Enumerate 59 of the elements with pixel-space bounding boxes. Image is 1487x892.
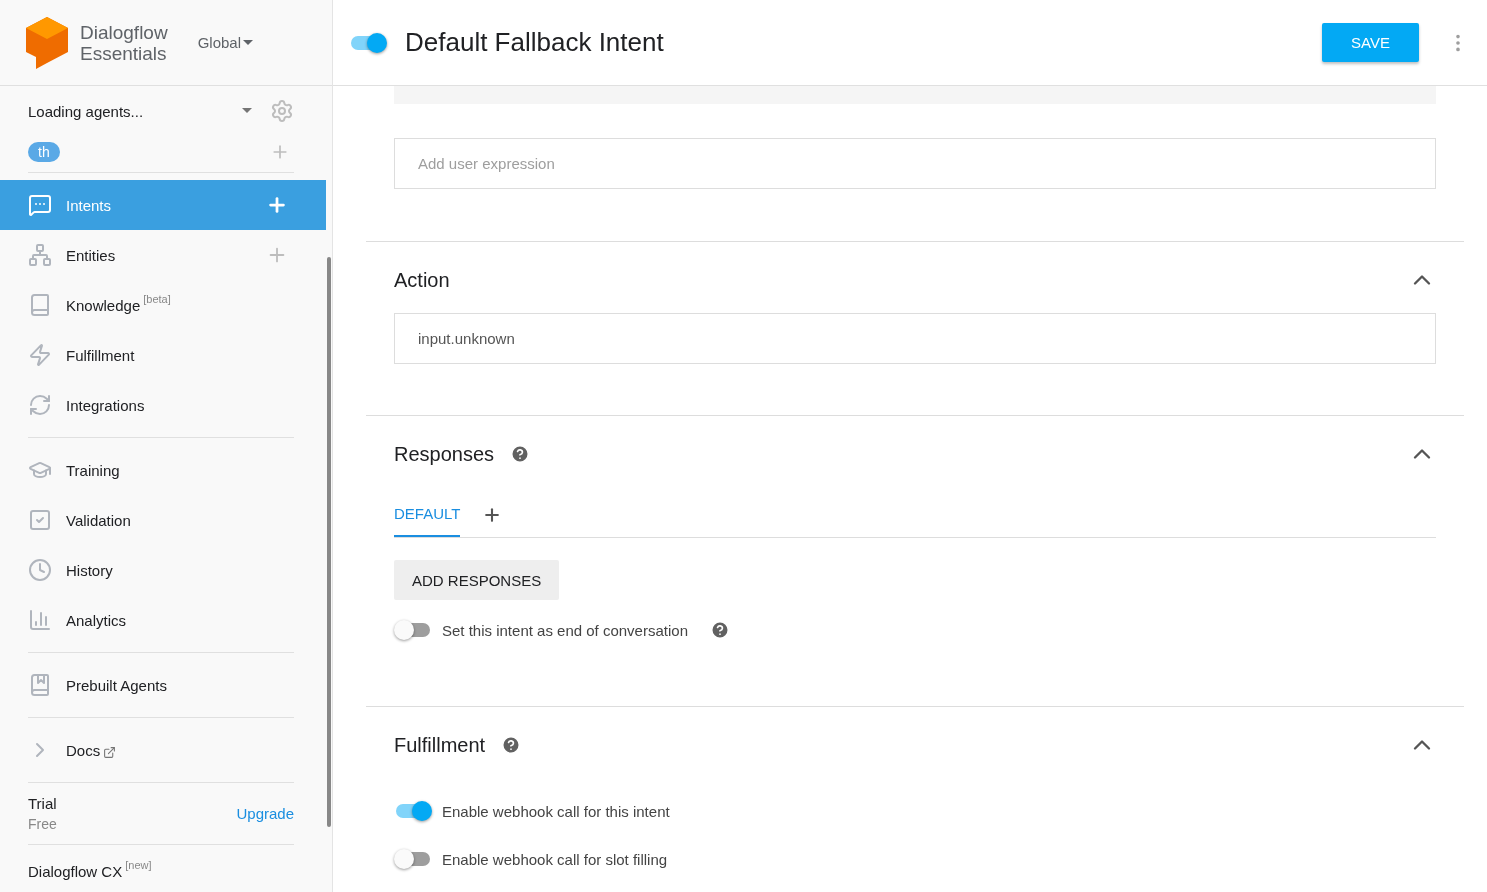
lightning-icon [28, 343, 52, 367]
nav-item[interactable]: Docs [0, 725, 326, 775]
scrollbar[interactable] [327, 257, 331, 827]
help-icon[interactable] [501, 735, 522, 755]
region-dropdown[interactable]: Global [197, 34, 253, 51]
book-icon [28, 293, 52, 317]
toggle-switch[interactable] [349, 32, 387, 53]
nav-label: Integrations [66, 396, 145, 414]
nav-item[interactable]: Training [0, 445, 326, 495]
nav-label[interactable]: Dialogflow CX [28, 863, 123, 880]
add-responses-button[interactable]: ADD RESPONSES [394, 560, 560, 600]
nav-label: Intents [66, 196, 112, 214]
nav-item[interactable]: Analytics [0, 595, 326, 645]
nav-label: Training [66, 461, 120, 479]
nav-item[interactable]: Prebuilt Agents [0, 660, 326, 710]
toggle-switch[interactable] [394, 801, 432, 821]
bar-chart-icon [28, 608, 52, 632]
checkbox-icon [28, 508, 52, 532]
language-tab[interactable]: DEFAULT [394, 492, 461, 537]
input-field[interactable]: input.unknown [394, 313, 1436, 364]
nav-label: Entities [66, 246, 116, 264]
nav-label: Validation [66, 511, 131, 529]
bookmark-book-icon [28, 673, 52, 697]
help-icon[interactable] [510, 444, 531, 464]
section-title: Action [394, 268, 450, 292]
section-title: Responses [394, 442, 495, 466]
nav-item[interactable]: Integrations [0, 380, 326, 430]
nav-label: Analytics [66, 611, 127, 629]
nav-item[interactable]: Fulfillment [0, 330, 326, 380]
plan-name: Trial [28, 795, 57, 812]
new-label: [new] [125, 859, 152, 873]
nav-label: Prebuilt Agents [66, 676, 167, 694]
toggle-label: Enable webhook call for slot filling [442, 850, 668, 868]
brand-name: Dialogflow Essentials [80, 21, 168, 64]
toggle-label: Set this intent as end of conversation [442, 621, 688, 639]
nav-item[interactable]: Validation [0, 495, 326, 545]
sync-icon [28, 393, 52, 417]
nav-label: History [66, 561, 113, 579]
section-title: Fulfillment [394, 733, 486, 757]
beta-label: [beta] [143, 292, 171, 305]
nav-item[interactable]: Entities [0, 230, 326, 280]
toggle-switch[interactable] [394, 849, 432, 869]
nav-label: Docs [66, 741, 101, 759]
caret-icon [243, 39, 253, 46]
logo-icon [26, 16, 68, 69]
help-icon[interactable] [710, 620, 730, 640]
nav-label: Knowledge [66, 296, 141, 314]
plan-label: Free [28, 816, 57, 832]
nav-item[interactable]: History [0, 545, 326, 595]
nav-label: Fulfillment [66, 346, 135, 364]
settings-icon[interactable] [270, 99, 294, 123]
hierarchy-icon [28, 243, 52, 267]
intent-title: Default Fallback Intent [405, 27, 665, 58]
caret-icon[interactable] [242, 108, 252, 114]
chat-icon [28, 193, 52, 217]
toggle-switch[interactable] [394, 620, 432, 640]
agent-selector[interactable]: Loading agents... [28, 102, 242, 120]
toggle-label: Enable webhook call for this intent [442, 802, 670, 820]
clock-icon [28, 558, 52, 582]
